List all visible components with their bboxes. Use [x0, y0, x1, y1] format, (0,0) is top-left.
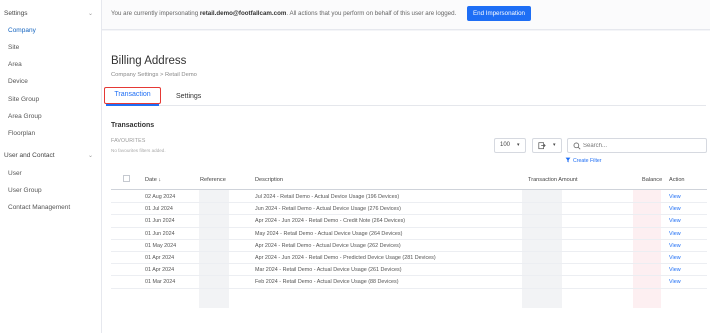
description-cell: May 2024 - Retail Demo - Actual Device U… — [255, 230, 403, 237]
table-row: 01 Mar 2024 Feb 2024 - Retail Demo - Act… — [111, 276, 707, 289]
view-link[interactable]: View — [669, 194, 681, 200]
table-row: 01 Apr 2024 Mar 2024 - Retail Demo - Act… — [111, 264, 707, 277]
sidebar: Settings ⌄ Company Site Area Device Site… — [0, 0, 102, 333]
search-box[interactable] — [567, 138, 707, 153]
date-cell: 01 Mar 2024 — [145, 279, 176, 286]
favourites-note: No favourites filters added. — [111, 148, 166, 153]
tab-settings[interactable]: Settings — [176, 93, 201, 100]
sidebar-item-area[interactable]: Area — [8, 61, 22, 68]
date-cell: 01 Jun 2024 — [145, 230, 175, 237]
active-tab-indicator — [106, 104, 159, 106]
create-filter-label: Create Filter — [573, 158, 602, 164]
date-cell: 01 May 2024 — [145, 242, 177, 249]
view-link[interactable]: View — [669, 279, 681, 285]
filter-icon — [565, 157, 571, 163]
col-transaction-amount[interactable]: Transaction Amount — [528, 177, 578, 183]
export-select[interactable]: ▾ — [532, 138, 562, 153]
main-content: Billing Address Company Settings > Retai… — [102, 31, 710, 333]
transactions-title: Transactions — [111, 122, 155, 129]
impersonation-prefix: You are currently impersonating — [111, 10, 200, 17]
tab-transaction[interactable]: Transaction — [104, 87, 161, 104]
description-cell: Jul 2024 - Retail Demo - Actual Device U… — [255, 194, 400, 200]
sidebar-item-site[interactable]: Site — [8, 44, 19, 51]
view-link[interactable]: View — [669, 231, 681, 237]
impersonation-banner: You are currently impersonating retail.d… — [102, 0, 710, 30]
col-date[interactable]: Date ↓ — [145, 177, 161, 183]
impersonation-suffix: . All actions that you perform on behalf… — [286, 10, 457, 17]
sidebar-item-device[interactable]: Device — [8, 78, 28, 85]
end-impersonation-button[interactable]: End Impersonation — [467, 6, 531, 21]
view-link[interactable]: View — [669, 206, 681, 212]
sidebar-item-floorplan[interactable]: Floorplan — [8, 130, 35, 137]
page-size-value: 100 — [500, 142, 511, 148]
select-all-checkbox[interactable] — [123, 175, 130, 182]
date-cell: 02 Aug 2024 — [145, 194, 176, 200]
sidebar-section-user-and-contact[interactable]: User and Contact — [4, 152, 55, 159]
col-description[interactable]: Description — [255, 177, 283, 183]
table-row: 02 Aug 2024 Jul 2024 - Retail Demo - Act… — [111, 191, 707, 204]
view-link[interactable]: View — [669, 255, 681, 261]
view-link[interactable]: View — [669, 267, 681, 273]
table-row: 01 Jul 2024 Jun 2024 - Retail Demo - Act… — [111, 203, 707, 216]
caret-down-icon: ▾ — [553, 142, 556, 148]
favourites-label: FAVOURITES — [111, 138, 146, 144]
breadcrumb[interactable]: Company Settings > Retail Demo — [111, 72, 197, 78]
table-row: 01 Jun 2024 May 2024 - Retail Demo - Act… — [111, 228, 707, 240]
col-reference[interactable]: Reference — [200, 177, 226, 183]
date-cell: 01 Jun 2024 — [145, 218, 175, 225]
description-cell: Apr 2024 - Jun 2024 - Retail Demo - Pred… — [255, 255, 436, 261]
export-icon — [538, 142, 546, 150]
tabs-divider — [106, 105, 706, 106]
table-row: 01 Apr 2024 Apr 2024 - Jun 2024 - Retail… — [111, 252, 707, 265]
date-cell: 01 Apr 2024 — [145, 267, 175, 274]
description-cell: Feb 2024 - Retail Demo - Actual Device U… — [255, 279, 399, 286]
search-icon — [573, 142, 581, 150]
date-cell: 01 Jul 2024 — [145, 206, 173, 213]
table-row: 01 Jun 2024 Apr 2024 - Jun 2024 - Retail… — [111, 215, 707, 228]
sidebar-item-contact-management[interactable]: Contact Management — [8, 204, 70, 211]
view-link[interactable]: View — [669, 218, 681, 224]
page-title: Billing Address — [111, 55, 187, 67]
view-link[interactable]: View — [669, 243, 681, 249]
table-header: Date ↓ Reference Description Transaction… — [111, 170, 707, 190]
description-cell: Jun 2024 - Retail Demo - Actual Device U… — [255, 206, 401, 213]
chevron-down-icon[interactable]: ⌄ — [88, 152, 93, 159]
description-cell: Mar 2024 - Retail Demo - Actual Device U… — [255, 267, 402, 274]
caret-down-icon: ▾ — [517, 142, 520, 148]
sidebar-item-user-group[interactable]: User Group — [8, 187, 42, 194]
sidebar-item-site-group[interactable]: Site Group — [8, 96, 39, 103]
create-filter-link[interactable]: Create Filter — [565, 157, 602, 164]
search-input[interactable] — [583, 141, 703, 151]
chevron-down-icon[interactable]: ⌄ — [88, 10, 93, 17]
sidebar-section-settings[interactable]: Settings — [4, 10, 28, 17]
impersonated-email: retail.demo@footfallcam.com — [199, 10, 287, 17]
impersonation-message: You are currently impersonating retail.d… — [111, 10, 456, 17]
sidebar-item-company[interactable]: Company — [8, 27, 36, 34]
table-row: 01 May 2024 Apr 2024 - Retail Demo - Act… — [111, 240, 707, 252]
sidebar-item-user[interactable]: User — [8, 170, 22, 177]
col-balance[interactable]: Balance — [642, 177, 662, 183]
description-cell: Apr 2024 - Jun 2024 - Retail Demo - Cred… — [255, 218, 406, 225]
page-size-select[interactable]: 100 ▾ — [494, 138, 526, 153]
col-action: Action — [669, 177, 685, 183]
description-cell: Apr 2024 - Retail Demo - Actual Device U… — [255, 242, 401, 249]
sidebar-item-area-group[interactable]: Area Group — [8, 113, 42, 120]
date-cell: 01 Apr 2024 — [145, 255, 175, 261]
